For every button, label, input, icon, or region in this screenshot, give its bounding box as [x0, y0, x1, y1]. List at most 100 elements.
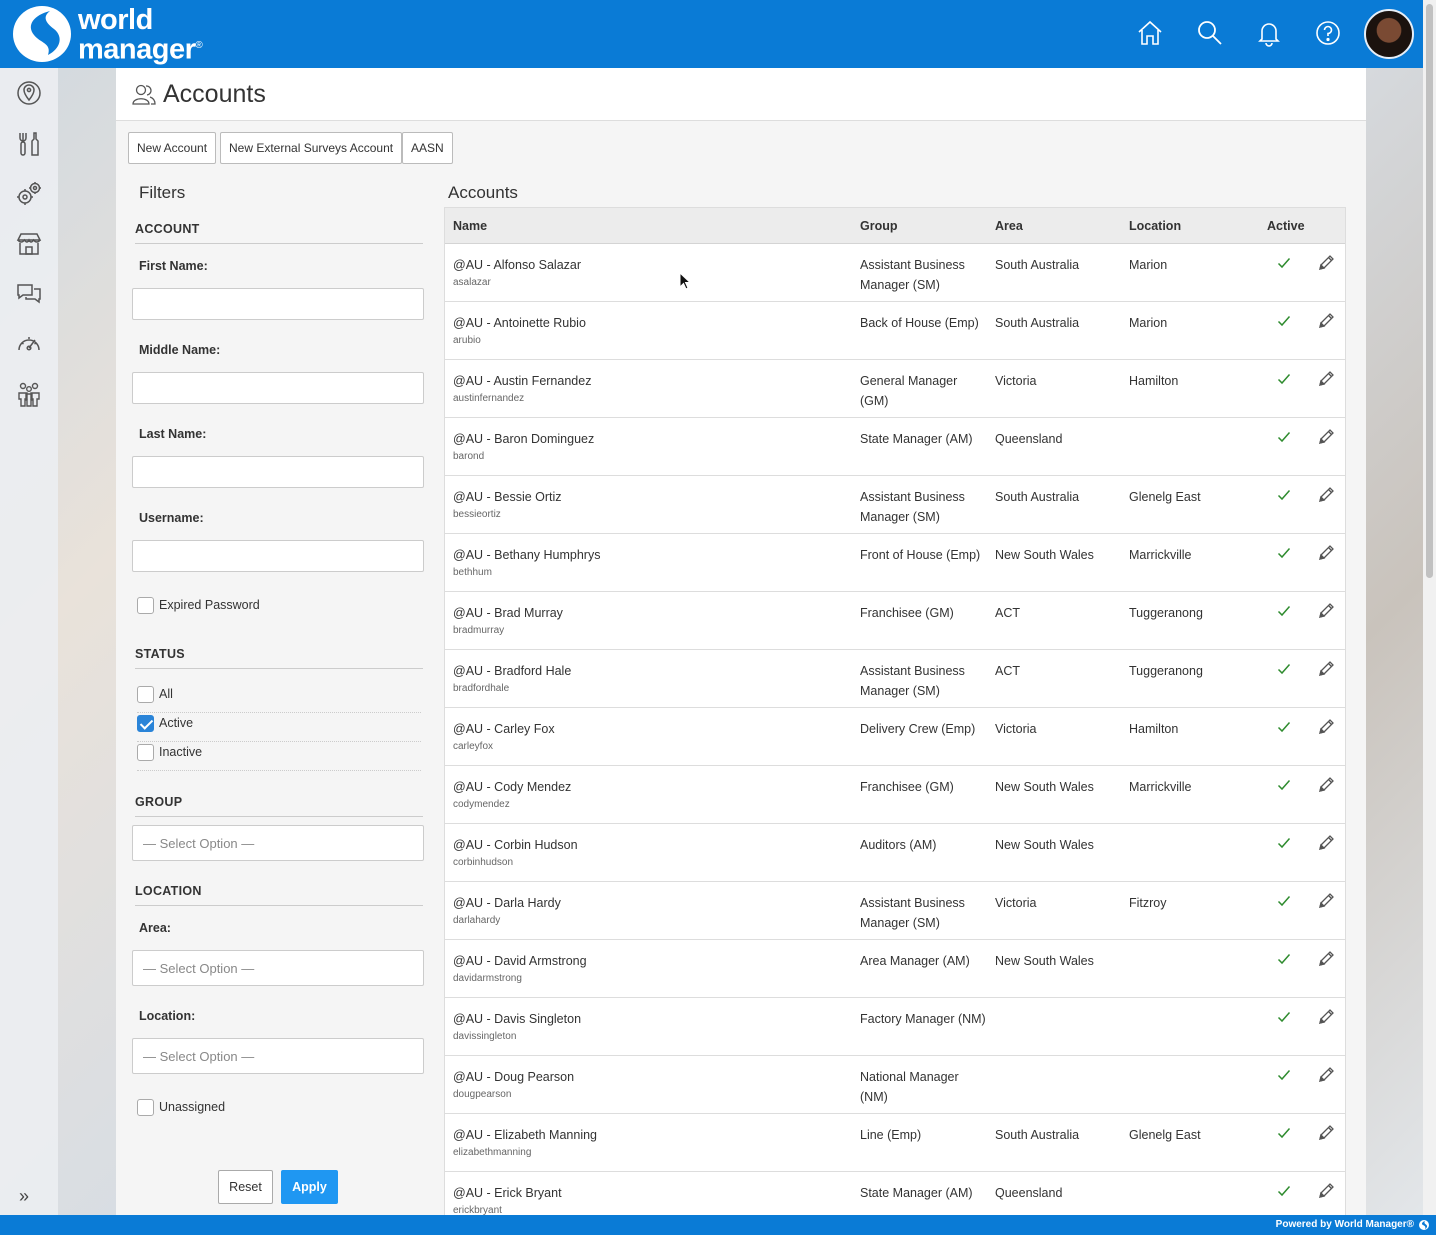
expired-password-checkbox[interactable] — [137, 597, 154, 614]
new-account-button[interactable]: New Account — [128, 132, 217, 164]
active-check-icon — [1277, 258, 1291, 269]
account-group: Factory Manager (NM) — [860, 1012, 986, 1026]
table-row[interactable]: @AU - Erick Bryant erickbryant State Manag… — [445, 1172, 1345, 1215]
expand-icon[interactable]: » — [19, 1186, 29, 1207]
table-row[interactable]: @AU - Bessie Ortiz bessieortiz Assistant B… — [445, 476, 1345, 534]
account-name[interactable]: @AU - Bradford Hale — [453, 661, 571, 681]
table-row[interactable]: @AU - Austin Fernandez austinfernandez Gen… — [445, 360, 1345, 418]
edit-pencil-icon[interactable] — [1317, 370, 1335, 388]
username-input[interactable] — [132, 540, 424, 572]
world-manager-logo[interactable]: world manager® — [12, 5, 232, 64]
account-name[interactable]: @AU - Bessie Ortiz — [453, 487, 562, 507]
account-area: Victoria — [995, 896, 1037, 910]
world-manager-footer-icon — [1419, 1220, 1429, 1230]
account-name[interactable]: @AU - Davis Singleton — [453, 1009, 581, 1029]
account-location: Fitzroy — [1129, 896, 1167, 910]
page-scrollbar[interactable] — [1423, 0, 1436, 1215]
location-select[interactable]: — Select Option — — [132, 1038, 424, 1074]
account-location: Marion — [1129, 258, 1168, 272]
first-name-input[interactable] — [132, 288, 424, 320]
map-pin-icon[interactable] — [15, 80, 43, 108]
status-active-label: Active — [159, 716, 194, 730]
table-row[interactable]: @AU - Corbin Hudson corbinhudson Auditors … — [445, 824, 1345, 882]
user-avatar[interactable] — [1364, 9, 1414, 59]
table-row[interactable]: @AU - Darla Hardy darlahardy Assistant Bus… — [445, 882, 1345, 940]
table-row[interactable]: @AU - Doug Pearson dougpearson National Ma… — [445, 1056, 1345, 1114]
edit-pencil-icon[interactable] — [1317, 834, 1335, 852]
edit-pencil-icon[interactable] — [1317, 428, 1335, 446]
table-row[interactable]: @AU - Cody Mendez codymendez Franchisee (G… — [445, 766, 1345, 824]
table-row[interactable]: @AU - Bethany Humphrys bethhum Front of Ho… — [445, 534, 1345, 592]
people-icon[interactable] — [15, 380, 43, 408]
account-name[interactable]: @AU - David Armstrong — [453, 951, 587, 971]
table-row[interactable]: @AU - Carley Fox carleyfox Delivery Crew (… — [445, 708, 1345, 766]
edit-pencil-icon[interactable] — [1317, 1066, 1335, 1084]
table-row[interactable]: @AU - Antoinette Rubio arubio Back of Hous… — [445, 302, 1345, 360]
table-row[interactable]: @AU - Brad Murray bradmurray Franchisee (G… — [445, 592, 1345, 650]
table-row[interactable]: @AU - David Armstrong davidarmstrong Area … — [445, 940, 1345, 998]
edit-pencil-icon[interactable] — [1317, 602, 1335, 620]
edit-pencil-icon[interactable] — [1317, 1124, 1335, 1142]
account-name[interactable]: @AU - Brad Murray — [453, 603, 563, 623]
edit-pencil-icon[interactable] — [1317, 486, 1335, 504]
edit-pencil-icon[interactable] — [1317, 1008, 1335, 1026]
column-header-group[interactable]: Group — [860, 219, 898, 233]
reset-button[interactable]: Reset — [218, 1170, 273, 1204]
gears-icon[interactable] — [15, 180, 43, 208]
aasn-button[interactable]: AASN — [402, 132, 453, 164]
tools-icon[interactable] — [15, 130, 43, 158]
edit-pencil-icon[interactable] — [1317, 776, 1335, 794]
active-check-icon — [1277, 432, 1291, 443]
status-active-checkbox[interactable] — [137, 715, 154, 732]
account-name[interactable]: @AU - Elizabeth Manning — [453, 1125, 597, 1145]
account-name[interactable]: @AU - Erick Bryant — [453, 1183, 562, 1203]
area-select[interactable]: — Select Option — — [132, 950, 424, 986]
bell-icon[interactable] — [1255, 19, 1283, 47]
column-header-name[interactable]: Name — [453, 219, 487, 233]
new-external-surveys-account-button[interactable]: New External Surveys Account — [220, 132, 403, 164]
edit-pencil-icon[interactable] — [1317, 312, 1335, 330]
speedometer-icon[interactable] — [15, 330, 43, 358]
home-icon[interactable] — [1136, 19, 1164, 47]
column-header-active[interactable]: Active — [1267, 219, 1305, 233]
search-icon[interactable] — [1196, 19, 1224, 47]
store-icon[interactable] — [15, 230, 43, 258]
group-select[interactable]: — Select Option — — [132, 825, 424, 861]
chat-icon[interactable] — [15, 280, 43, 308]
table-row[interactable]: @AU - Baron Dominguez barond State Manager… — [445, 418, 1345, 476]
account-name[interactable]: @AU - Antoinette Rubio — [453, 313, 586, 333]
account-name[interactable]: @AU - Austin Fernandez — [453, 371, 591, 391]
middle-name-input[interactable] — [132, 372, 424, 404]
table-row[interactable]: @AU - Elizabeth Manning elizabethmanning L… — [445, 1114, 1345, 1172]
edit-pencil-icon[interactable] — [1317, 950, 1335, 968]
edit-pencil-icon[interactable] — [1317, 1182, 1335, 1200]
edit-pencil-icon[interactable] — [1317, 544, 1335, 562]
account-name[interactable]: @AU - Carley Fox — [453, 719, 555, 739]
column-header-area[interactable]: Area — [995, 219, 1023, 233]
account-name[interactable]: @AU - Darla Hardy — [453, 893, 561, 913]
account-name[interactable]: @AU - Doug Pearson — [453, 1067, 574, 1087]
account-name[interactable]: @AU - Corbin Hudson — [453, 835, 578, 855]
apply-button[interactable]: Apply — [281, 1170, 338, 1204]
account-username: corbinhudson — [453, 857, 514, 868]
help-icon[interactable] — [1314, 19, 1342, 47]
column-header-location[interactable]: Location — [1129, 219, 1181, 233]
account-name[interactable]: @AU - Baron Dominguez — [453, 429, 594, 449]
account-name[interactable]: @AU - Bethany Humphrys — [453, 545, 600, 565]
account-area: ACT — [995, 606, 1020, 620]
status-all-checkbox[interactable] — [137, 686, 154, 703]
edit-pencil-icon[interactable] — [1317, 660, 1335, 678]
status-inactive-checkbox[interactable] — [137, 744, 154, 761]
edit-pencil-icon[interactable] — [1317, 892, 1335, 910]
table-row[interactable]: @AU - Alfonso Salazar asalazar Assistant B… — [445, 244, 1345, 302]
scrollbar-thumb[interactable] — [1426, 4, 1433, 578]
account-location: Hamilton — [1129, 374, 1179, 388]
edit-pencil-icon[interactable] — [1317, 718, 1335, 736]
table-row[interactable]: @AU - Bradford Hale bradfordhale Assistant… — [445, 650, 1345, 708]
account-name[interactable]: @AU - Cody Mendez — [453, 777, 571, 797]
edit-pencil-icon[interactable] — [1317, 254, 1335, 272]
unassigned-checkbox[interactable] — [137, 1099, 154, 1116]
table-row[interactable]: @AU - Davis Singleton davissingleton Facto… — [445, 998, 1345, 1056]
last-name-input[interactable] — [132, 456, 424, 488]
account-name[interactable]: @AU - Alfonso Salazar — [453, 255, 581, 275]
